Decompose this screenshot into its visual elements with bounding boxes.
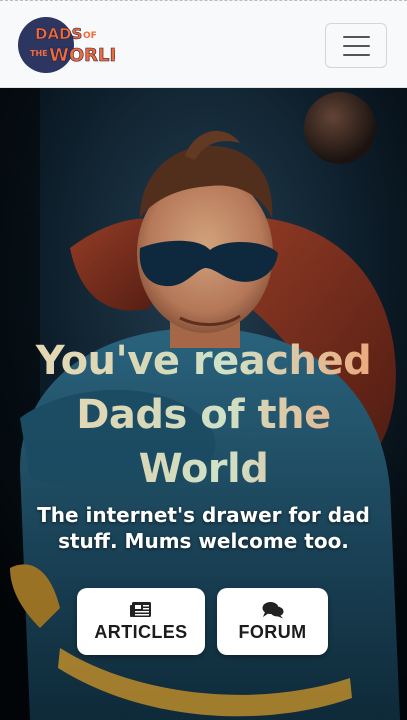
forum-button-label: FORUM: [238, 621, 307, 642]
articles-button[interactable]: ARTICLES: [77, 588, 205, 655]
hero-subtitle: The internet's drawer for dad stuff. Mum…: [37, 503, 370, 553]
forum-button[interactable]: FORUM: [217, 588, 328, 655]
articles-button-label: ARTICLES: [94, 621, 188, 642]
logo-graphic: DADS OF THE WORLD: [18, 17, 125, 73]
site-logo[interactable]: DADS OF THE WORLD: [17, 16, 125, 74]
hamburger-icon: [343, 36, 370, 38]
logo-text-of: OF: [83, 31, 97, 41]
logo-text-the: THE: [30, 49, 48, 58]
hamburger-icon-bottom: [343, 54, 370, 56]
logo-text-dads: DADS: [35, 25, 82, 43]
navbar: DADS OF THE WORLD: [0, 0, 407, 88]
hero-section: You've reached Dads of the World The int…: [0, 88, 407, 720]
newspaper-icon: [130, 601, 151, 617]
comments-icon: [262, 601, 283, 618]
logo-text-world: WORLD: [49, 45, 115, 66]
hero-title: You've reached Dads of the World: [10, 334, 397, 496]
menu-toggle-button[interactable]: [325, 23, 387, 68]
hamburger-icon-middle: [343, 45, 370, 47]
